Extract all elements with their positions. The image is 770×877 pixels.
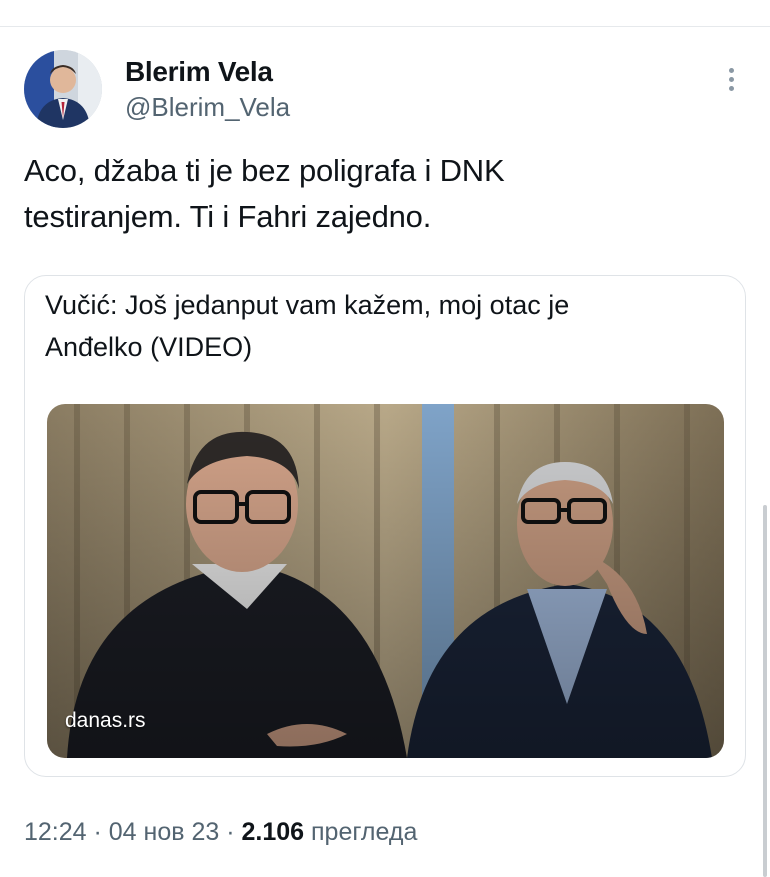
tweet-date[interactable]: 04 нов 23	[109, 818, 220, 846]
more-options-icon[interactable]	[722, 64, 740, 100]
author-avatar[interactable]	[24, 50, 102, 128]
avatar-photo-icon	[24, 50, 102, 128]
link-card-title[interactable]: Vučić: Još jedanput vam kažem, moj otac …	[45, 284, 725, 368]
link-card-title-line-1: Vučić: Još jedanput vam kažem, moj otac …	[45, 290, 570, 320]
separator-dot: ·	[86, 818, 109, 846]
link-card-title-line-2: Anđelko (VIDEO)	[45, 332, 253, 362]
tweet-metadata: 12:24 · 04 нов 23 · 2.106 прегледа	[24, 818, 417, 847]
link-preview-card[interactable]: Vučić: Još jedanput vam kažem, moj otac …	[24, 275, 746, 777]
tweet-time[interactable]: 12:24	[24, 818, 87, 846]
link-card-image[interactable]: danas.rs	[47, 404, 724, 758]
author-handle[interactable]: @Blerim_Vela	[125, 92, 290, 123]
author-name[interactable]: Blerim Vela	[125, 56, 273, 88]
separator-dot: ·	[219, 818, 242, 846]
view-count: 2.106	[241, 818, 305, 846]
tweet-text: Aco, džaba ti je bez poligrafa i DNK tes…	[24, 148, 744, 240]
views-label: прегледа	[304, 818, 418, 846]
tweet-text-line-2: testiranjem. Ti i Fahri zajedno.	[24, 199, 432, 234]
top-divider	[0, 26, 770, 27]
link-card-domain: danas.rs	[65, 709, 146, 732]
scrollbar[interactable]	[763, 505, 767, 877]
video-thumbnail-image	[47, 404, 724, 758]
tweet-text-line-1: Aco, džaba ti je bez poligrafa i DNK	[24, 153, 505, 188]
